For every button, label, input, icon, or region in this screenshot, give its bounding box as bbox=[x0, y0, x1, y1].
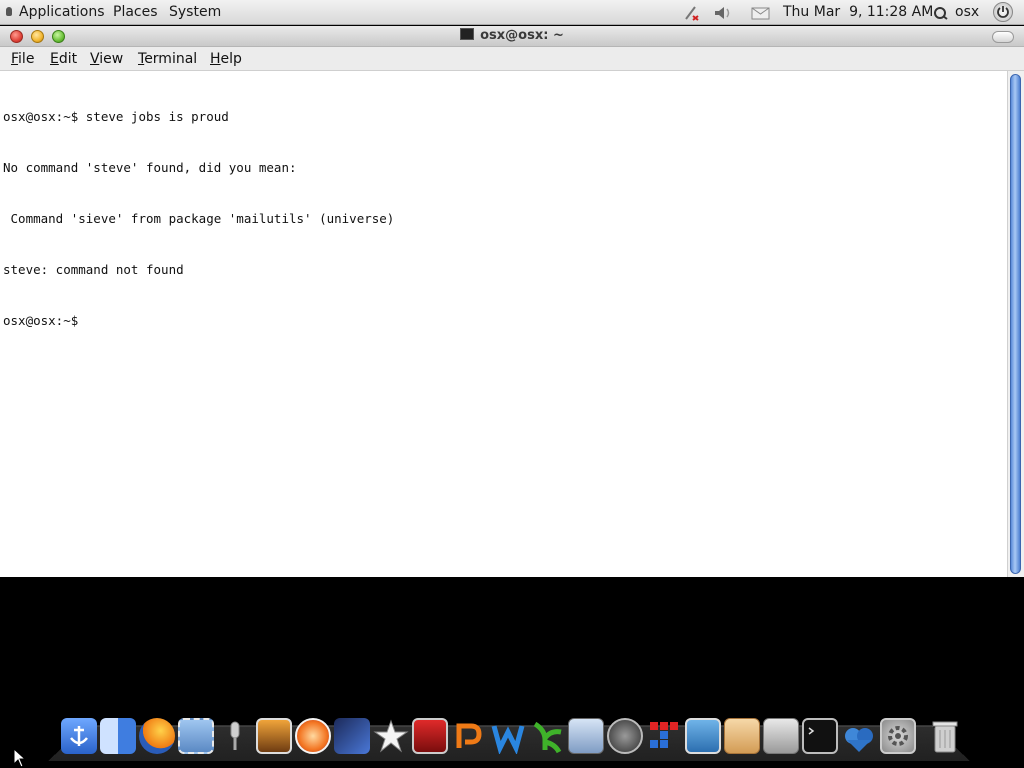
star-icon[interactable] bbox=[373, 718, 409, 754]
terminal-prompt[interactable]: osx@osx:~$ bbox=[3, 312, 1007, 329]
anchor-icon[interactable] bbox=[61, 718, 97, 754]
terminal-line: Command 'sieve' from package 'mailutils'… bbox=[3, 211, 395, 226]
video-strip-icon[interactable] bbox=[412, 718, 448, 754]
system-menu[interactable]: System bbox=[169, 4, 221, 20]
photo-icon[interactable] bbox=[256, 718, 292, 754]
top-panel: Applications Places System Thu Mar 9, 11… bbox=[0, 0, 1024, 25]
sprout-icon[interactable] bbox=[529, 718, 565, 754]
volume-icon[interactable] bbox=[713, 5, 733, 21]
microphone-icon[interactable] bbox=[217, 718, 253, 754]
network-icon[interactable] bbox=[683, 5, 701, 21]
mail-stamp-icon[interactable] bbox=[178, 718, 214, 754]
scroll-thumb[interactable] bbox=[1010, 74, 1021, 574]
menu-view[interactable]: View bbox=[90, 51, 123, 67]
hearts-icon[interactable] bbox=[841, 718, 877, 754]
terminal-line: steve: command not found bbox=[3, 262, 184, 277]
word-icon[interactable] bbox=[490, 718, 526, 755]
window-titlebar[interactable]: osx@osx: ~ bbox=[0, 26, 1024, 47]
terminal-line: osx@osx:~$ steve jobs is proud bbox=[3, 109, 229, 124]
applications-menu[interactable]: Applications bbox=[19, 4, 105, 20]
places-menu[interactable]: Places bbox=[113, 4, 158, 20]
blocks-icon[interactable] bbox=[646, 718, 682, 754]
utility-icon[interactable] bbox=[763, 718, 799, 754]
firefox-icon[interactable] bbox=[139, 718, 175, 754]
mail-icon[interactable] bbox=[751, 5, 771, 21]
camera-icon[interactable] bbox=[685, 718, 721, 754]
window-title-text: osx@osx: ~ bbox=[480, 28, 564, 43]
terminal-icon bbox=[460, 28, 475, 40]
clock[interactable]: Thu Mar 9, 11:28 AM bbox=[783, 4, 933, 20]
terminal-icon[interactable] bbox=[802, 718, 838, 754]
terminal-line: No command 'steve' found, did you mean: bbox=[3, 160, 297, 175]
menu-file[interactable]: File bbox=[11, 51, 34, 67]
user-status-icon bbox=[934, 7, 948, 20]
pages-icon[interactable] bbox=[451, 718, 487, 754]
files-icon[interactable] bbox=[724, 718, 760, 754]
trash-icon[interactable] bbox=[927, 718, 963, 754]
apple-menu-icon[interactable] bbox=[6, 7, 12, 16]
power-icon bbox=[997, 6, 1009, 18]
menu-edit[interactable]: Edit bbox=[50, 51, 77, 67]
menu-terminal[interactable]: Terminal bbox=[138, 51, 197, 67]
finder-icon[interactable] bbox=[100, 718, 136, 754]
gear-icon[interactable] bbox=[880, 718, 916, 754]
toolbar-toggle-button[interactable] bbox=[992, 31, 1014, 43]
clapper-icon[interactable] bbox=[334, 718, 370, 754]
menu-help[interactable]: Help bbox=[210, 51, 242, 67]
terminal-output[interactable]: osx@osx:~$ steve jobs is proud No comman… bbox=[0, 71, 1007, 577]
mouse-cursor bbox=[13, 748, 27, 768]
scrollbar[interactable] bbox=[1007, 71, 1024, 577]
window-title: osx@osx: ~ bbox=[0, 28, 1024, 43]
power-button[interactable] bbox=[993, 2, 1013, 22]
terminal-window: osx@osx: ~ File Edit View Terminal Help … bbox=[0, 26, 1024, 577]
user-menu[interactable]: osx bbox=[955, 4, 979, 20]
system-panel-icon[interactable] bbox=[568, 718, 604, 754]
speaker-icon[interactable] bbox=[607, 718, 643, 754]
music-disc-icon[interactable] bbox=[295, 718, 331, 754]
menubar: File Edit View Terminal Help bbox=[0, 47, 1024, 71]
